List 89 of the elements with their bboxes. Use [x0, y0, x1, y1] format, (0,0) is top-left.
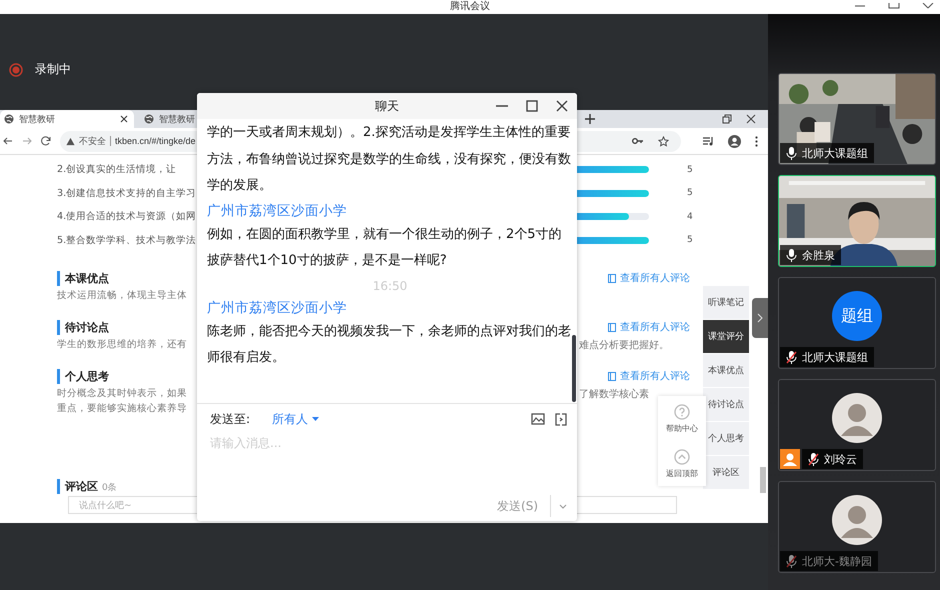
score-bar [577, 190, 649, 197]
minimize-icon[interactable] [854, 3, 866, 9]
comment-text: 时分概念及其时钟表示，如果 [57, 387, 188, 400]
window-title: 腾讯会议 [450, 1, 490, 13]
comment-text: 学生的数形思维的培养，还有 [57, 338, 188, 351]
avatar [832, 393, 882, 443]
close-icon[interactable] [922, 3, 934, 9]
comment-field[interactable] [577, 496, 677, 514]
recording-label: 录制中 [35, 61, 71, 78]
help-icon [674, 404, 690, 420]
sender-name: 广州市荔湾区沙面小学 [207, 298, 348, 318]
menu-icon[interactable] [755, 136, 758, 146]
section-heading: 评论区 [57, 478, 98, 494]
close-icon[interactable] [746, 114, 756, 124]
document-icon [608, 274, 616, 282]
address-bar[interactable] [577, 130, 681, 152]
playlist-icon[interactable] [703, 136, 714, 146]
comment-count: 0条 [102, 482, 117, 494]
maximize-icon[interactable] [526, 100, 538, 112]
score-value: 5 [687, 188, 693, 198]
warning-icon [66, 136, 75, 146]
globe-icon [144, 114, 154, 124]
participant-tile[interactable]: 北师大-魏静园 [778, 481, 936, 573]
side-nav-item[interactable]: 个人思考 [703, 422, 749, 455]
score-value: 5 [687, 164, 693, 175]
back-icon[interactable] [3, 136, 13, 146]
message-text: 例如，在圆的面积教学里，就有一个很生动的例子，2个5寸的披萨替代1个10寸的披萨，是不是一样呢? [207, 226, 563, 270]
browser-tab[interactable]: 智慧教研 [0, 110, 134, 128]
reload-icon[interactable] [41, 136, 51, 146]
globe-icon [4, 114, 14, 124]
score-value: 4 [687, 212, 693, 222]
chevron-right-icon [757, 313, 763, 323]
send-to-label: 发送至: [210, 410, 252, 428]
comment-text: 技术运用流畅，体现主导主体 [57, 289, 188, 302]
screenshot-icon[interactable] [555, 412, 567, 426]
avatar [832, 495, 882, 545]
record-icon [9, 62, 23, 76]
name-label: 余胜泉 [780, 245, 841, 265]
name-label: 刘玲云 [802, 449, 863, 469]
comment-text: 难点分析要把握好。 [578, 338, 670, 352]
profile-icon[interactable] [728, 134, 741, 148]
score-bar [577, 166, 649, 174]
side-nav-item[interactable]: 听课笔记 [703, 286, 749, 319]
name-label: 北师大课题组 [780, 347, 874, 367]
recipient-dropdown[interactable]: 所有人 [272, 410, 319, 428]
participant-tile[interactable]: 余胜泉 [778, 175, 936, 267]
document-icon [608, 322, 616, 332]
comment-text: 了解数学核心素 [578, 388, 650, 400]
side-nav-item[interactable]: 待讨论点 [703, 388, 749, 421]
side-nav-item[interactable]: 评论区 [703, 456, 749, 489]
new-tab-icon[interactable] [585, 114, 595, 124]
image-icon[interactable] [531, 413, 545, 425]
scrollbar[interactable] [760, 467, 766, 493]
score-bar [577, 213, 649, 220]
score-value: 5 [687, 235, 693, 246]
document-icon [608, 372, 616, 380]
criterion-text: 4.使用合适的技术与资源（如网 [57, 210, 197, 224]
side-nav-item[interactable]: 本课优点 [703, 354, 749, 387]
chevron-up-icon [674, 448, 690, 464]
close-icon[interactable] [120, 115, 128, 123]
score-bar [577, 236, 649, 244]
message-text: 学的一天或者周末规划）。2.探究活动是发挥学生主体性的重要方法，布鲁纳曾说过探究是数学的生命线，没有探究，便没有数学的发展。 [207, 124, 572, 195]
key-icon[interactable] [632, 137, 644, 145]
browser-tab[interactable]: 智慧教研 [140, 110, 197, 128]
name-label: 北师大课题组 [780, 143, 874, 163]
message-text: 陈老师，能否把今天的视频发我一下，余老师的点评对我们的老师很有启发。 [207, 322, 572, 367]
participant-tile[interactable]: 北师大课题组 [778, 73, 936, 165]
side-nav-item[interactable]: 课堂评分 [703, 320, 749, 353]
star-icon[interactable] [658, 136, 669, 146]
float-button[interactable]: 帮助中心 [666, 404, 698, 434]
close-icon[interactable] [556, 100, 568, 112]
chat-title: 聊天 [375, 98, 399, 114]
chevron-down-icon[interactable] [559, 504, 567, 508]
restore-icon[interactable] [722, 114, 732, 124]
participant-tile[interactable]: 刘玲云 [778, 379, 936, 471]
participant-tile[interactable]: 题组 北师大课题组 [778, 277, 936, 369]
float-button[interactable]: 返回顶部 [666, 448, 698, 478]
caret-icon [312, 417, 319, 421]
name-label: 北师大-魏静园 [780, 551, 878, 571]
criterion-text: 5.整合数学学科、技术与教学法 [57, 234, 197, 247]
maximize-icon[interactable] [888, 3, 900, 9]
criterion-text: 2.创设真实的生活情境，让 [57, 163, 178, 176]
avatar: 题组 [832, 291, 882, 341]
scrollbar[interactable] [572, 335, 576, 402]
collapse-tab[interactable] [752, 298, 768, 338]
comment-text: 重点，要能够实施核心素养导 [57, 402, 188, 415]
sender-name: 广州市荔湾区沙面小学 [207, 202, 348, 220]
address-field[interactable]: 不安全 tkben.cn/#/tingke/de [60, 130, 197, 152]
criterion-text: 3.创建信息技术支持的自主学习 [57, 186, 197, 200]
